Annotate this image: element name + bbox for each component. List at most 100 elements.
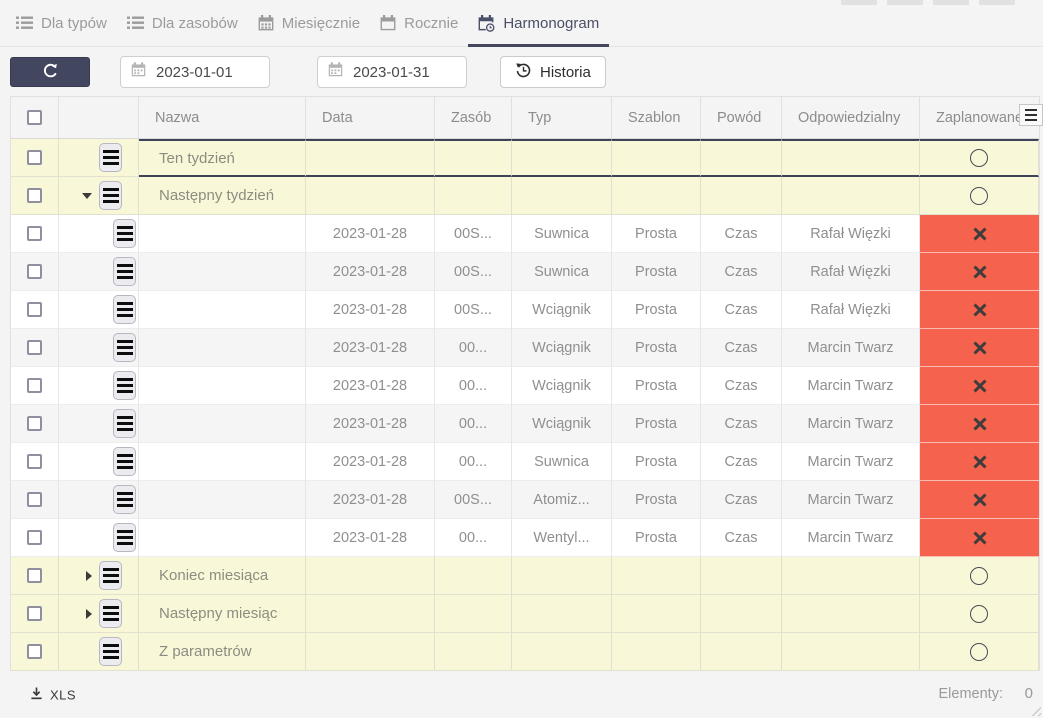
row-checkbox[interactable] [27,188,42,203]
table-row[interactable]: 2023-01-2800S...SuwnicaProstaCzasRafał W… [11,215,1039,253]
cell-planned [920,291,1039,329]
row-checkbox[interactable] [27,644,42,659]
column-header-reason[interactable]: Powód [701,97,782,139]
planned-x-icon [972,302,988,318]
row-menu-button[interactable] [113,257,136,286]
table-row[interactable]: 2023-01-2800S...Atomiz...ProstaCzasMarci… [11,481,1039,519]
cell-responsible: Rafał Więzki [782,215,920,253]
table-row[interactable]: 2023-01-2800...WciągnikProstaCzasMarcin … [11,405,1039,443]
column-header-template[interactable]: Szablon [612,97,701,139]
history-button-label: Historia [540,64,591,81]
row-menu-button[interactable] [113,371,136,400]
row-menu-button[interactable] [113,409,136,438]
calendar-icon [328,62,343,82]
cell-responsible: Marcin Twarz [782,329,920,367]
cell-date: 2023-01-28 [306,215,435,253]
cell-date: 2023-01-28 [306,443,435,481]
row-menu-button[interactable] [99,637,122,666]
row-menu-button[interactable] [113,447,136,476]
group-row[interactable]: Koniec miesiąca [11,557,1039,595]
export-xls-button[interactable]: XLS [30,686,76,703]
table-row[interactable]: 2023-01-2800S...WciągnikProstaCzasRafał … [11,291,1039,329]
row-checkbox[interactable] [27,568,42,583]
cell-planned [920,177,1039,215]
column-header-resource[interactable]: Zasób [435,97,512,139]
row-checkbox[interactable] [27,302,42,317]
date-from-input[interactable] [120,56,270,88]
date-to-value[interactable] [353,64,461,81]
tab-label: Miesięcznie [282,15,360,32]
row-menu-button[interactable] [99,599,122,628]
table-row[interactable]: 2023-01-2800...WciągnikProstaCzasMarcin … [11,367,1039,405]
row-checkbox[interactable] [27,150,42,165]
select-all-checkbox[interactable] [27,110,42,125]
cell-resource: 00... [435,519,512,557]
group-row[interactable]: Następny tydzień [11,177,1039,215]
row-checkbox[interactable] [27,340,42,355]
cell-reason: Czas [701,519,782,557]
resize-grip[interactable] [1028,703,1041,716]
row-checkbox[interactable] [27,606,42,621]
date-from-value[interactable] [156,64,264,81]
table-row[interactable]: 2023-01-2800...WciągnikProstaCzasMarcin … [11,329,1039,367]
tab-dla-zasobów[interactable]: Dla zasobów [117,0,248,46]
row-checkbox[interactable] [27,264,42,279]
history-button[interactable]: Historia [500,56,606,88]
calendar-clock-icon [478,15,495,32]
cell-template: Prosta [612,253,701,291]
select-all-header[interactable] [11,97,59,139]
cell-resource: 00... [435,443,512,481]
collapse-caret-icon[interactable] [82,193,92,199]
row-menu-button[interactable] [113,219,136,248]
table-row[interactable]: 2023-01-2800...SuwnicaProstaCzasMarcin T… [11,443,1039,481]
refresh-button[interactable] [10,57,90,87]
export-xls-label: XLS [50,687,76,702]
group-name: Koniec miesiąca [139,557,306,595]
cell-reason: Czas [701,481,782,519]
list-icon [127,16,144,30]
cell-planned [920,633,1039,671]
cell-reason: Czas [701,253,782,291]
cell-date: 2023-01-28 [306,329,435,367]
cell-reason: Czas [701,291,782,329]
expand-caret-icon[interactable] [86,609,92,619]
row-menu-button[interactable] [113,523,136,552]
group-row[interactable]: Ten tydzień [11,139,1039,177]
column-settings-button[interactable] [1019,104,1043,126]
cell-resource: 00... [435,329,512,367]
row-checkbox[interactable] [27,530,42,545]
tab-dla-typów[interactable]: Dla typów [6,0,117,46]
row-menu-button[interactable] [99,181,122,210]
date-to-input[interactable] [317,56,467,88]
row-menu-button[interactable] [113,295,136,324]
tab-miesięcznie[interactable]: Miesięcznie [248,0,370,46]
tab-rocznie[interactable]: Rocznie [370,0,468,46]
cell-template: Prosta [612,215,701,253]
cell-reason: Czas [701,443,782,481]
row-menu-button[interactable] [99,561,122,590]
row-checkbox[interactable] [27,454,42,469]
refresh-icon [41,61,60,83]
row-checkbox[interactable] [27,492,42,507]
cell-date: 2023-01-28 [306,405,435,443]
row-checkbox[interactable] [27,378,42,393]
tab-harmonogram[interactable]: Harmonogram [468,0,609,46]
column-header-type[interactable]: Typ [512,97,612,139]
column-header-responsible[interactable]: Odpowiedzialny [782,97,920,139]
row-menu-button[interactable] [113,333,136,362]
column-header-date[interactable]: Data [306,97,435,139]
row-checkbox[interactable] [27,226,42,241]
column-header-name[interactable]: Nazwa [139,97,306,139]
row-menu-button[interactable] [99,143,122,172]
table-row[interactable]: 2023-01-2800S...SuwnicaProstaCzasRafał W… [11,253,1039,291]
table-row[interactable]: 2023-01-2800...Wentyl...ProstaCzasMarcin… [11,519,1039,557]
row-menu-button[interactable] [113,485,136,514]
group-row[interactable]: Następny miesiąc [11,595,1039,633]
cell-planned [920,253,1039,291]
group-row[interactable]: Z parametrów [11,633,1039,671]
cell-template: Prosta [612,367,701,405]
cell-responsible: Marcin Twarz [782,405,920,443]
row-checkbox[interactable] [27,416,42,431]
cell-resource: 00... [435,405,512,443]
expand-caret-icon[interactable] [86,571,92,581]
